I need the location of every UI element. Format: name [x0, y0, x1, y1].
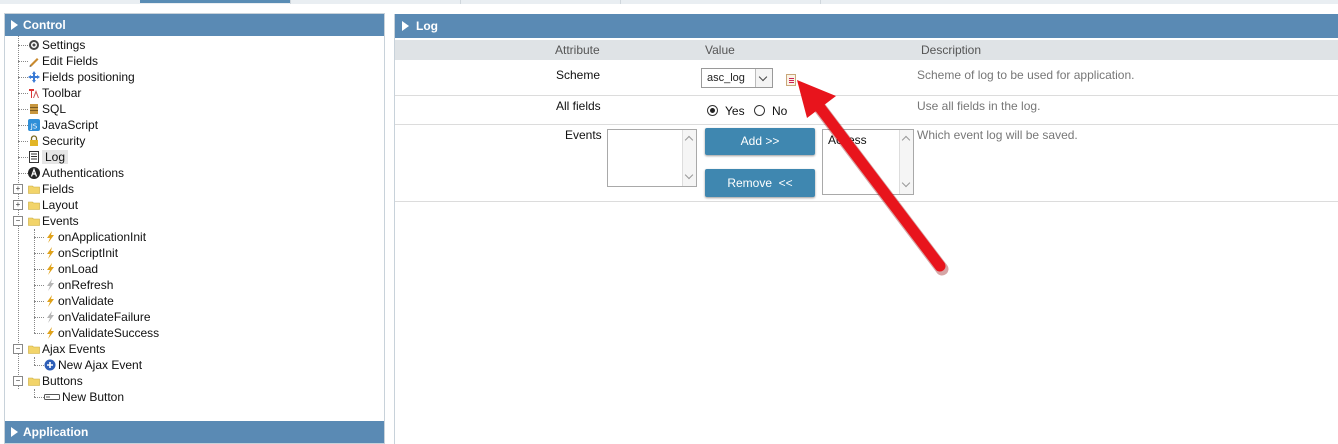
red-annotation-arrow	[797, 80, 949, 276]
